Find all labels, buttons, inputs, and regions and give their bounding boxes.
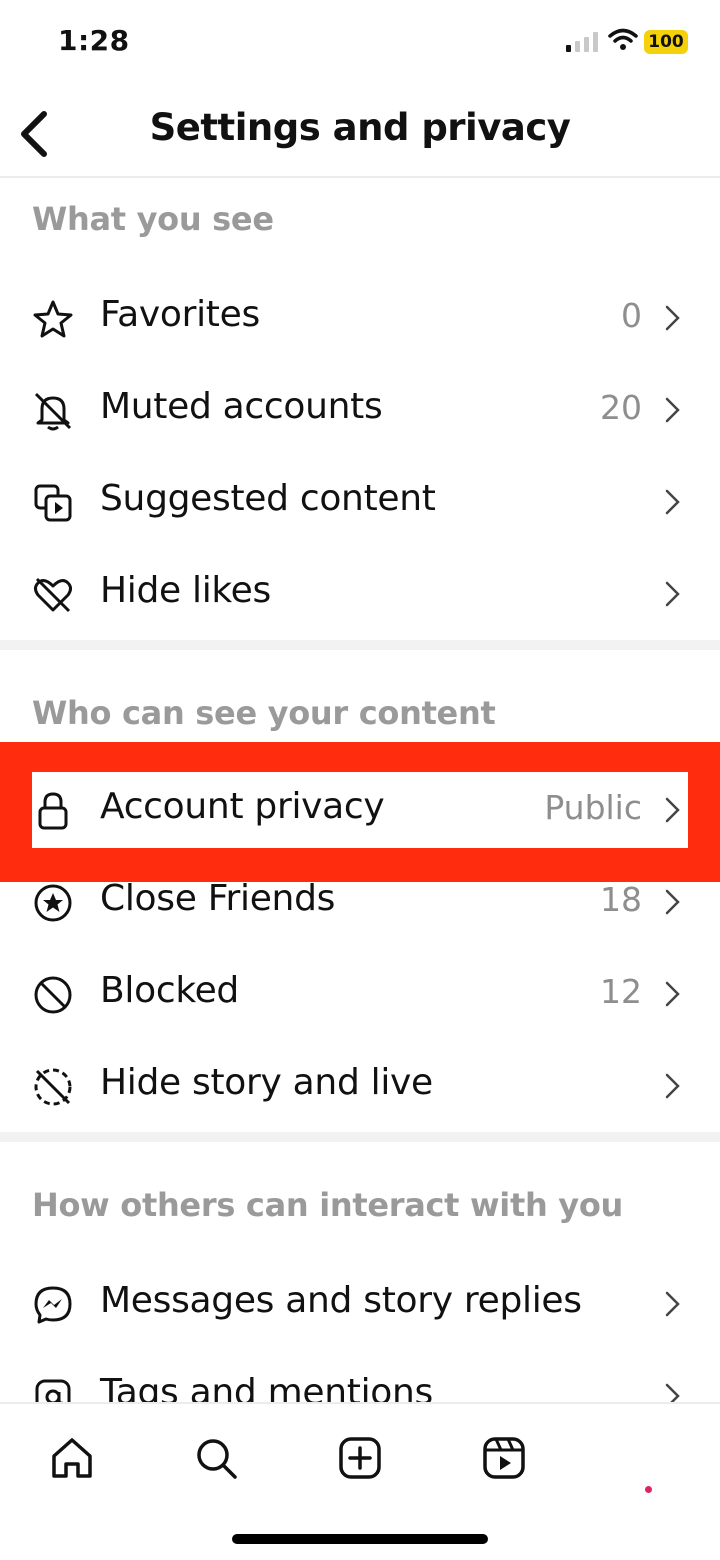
settings-item-hide-likes[interactable]: Hide likes xyxy=(0,548,720,640)
page-title: Settings and privacy xyxy=(149,106,571,149)
chevron-right-icon xyxy=(665,889,680,915)
section-separator xyxy=(0,640,720,650)
settings-item-close-friends[interactable]: Close Friends 18 xyxy=(0,856,720,948)
wifi-icon xyxy=(608,28,638,50)
settings-item-value: Public xyxy=(544,788,642,827)
chevron-right-icon xyxy=(665,1073,680,1099)
settings-item-value: 12 xyxy=(600,972,642,1011)
settings-item-value: 20 xyxy=(600,388,642,427)
hide-likes-icon xyxy=(34,577,72,613)
settings-item-label: Close Friends xyxy=(100,878,336,919)
header-divider xyxy=(0,176,720,178)
settings-item-suggested-content[interactable]: Suggested content xyxy=(0,456,720,548)
status-time: 1:28 xyxy=(58,24,130,57)
chevron-right-icon xyxy=(665,1291,680,1317)
settings-item-label: Muted accounts xyxy=(100,386,383,427)
messenger-icon xyxy=(34,1286,72,1324)
settings-item-label: Messages and story replies xyxy=(100,1280,582,1321)
lock-icon xyxy=(38,792,68,830)
search-icon[interactable] xyxy=(192,1434,240,1482)
settings-item-account-privacy[interactable]: Account privacy Public xyxy=(0,764,720,856)
settings-item-label: Blocked xyxy=(100,970,239,1011)
muted-bell-icon xyxy=(34,392,72,431)
chevron-right-icon xyxy=(665,581,680,607)
home-indicator xyxy=(232,1534,488,1544)
cellular-signal-icon xyxy=(566,32,598,52)
notification-dot xyxy=(645,1486,652,1493)
chevron-right-icon xyxy=(665,305,680,331)
settings-item-label: Hide story and live xyxy=(100,1062,433,1103)
settings-item-favorites[interactable]: Favorites 0 xyxy=(0,272,720,364)
close-friends-star-icon xyxy=(34,884,72,922)
hide-story-icon xyxy=(34,1068,72,1106)
settings-item-label: Suggested content xyxy=(100,478,436,519)
settings-item-value: 18 xyxy=(600,880,642,919)
profile-icon[interactable] xyxy=(620,1434,676,1490)
settings-item-label: Hide likes xyxy=(100,570,271,611)
settings-item-value: 0 xyxy=(621,296,642,335)
suggested-content-icon xyxy=(34,484,72,522)
section-separator xyxy=(0,1132,720,1142)
chevron-right-icon xyxy=(665,489,680,515)
blocked-icon xyxy=(34,976,72,1014)
chevron-right-icon xyxy=(665,397,680,423)
chevron-right-icon xyxy=(665,981,680,1007)
bottom-nav-bar xyxy=(0,1402,720,1560)
settings-item-blocked[interactable]: Blocked 12 xyxy=(0,948,720,1040)
section-title-what-you-see: What you see xyxy=(32,200,274,238)
create-icon[interactable] xyxy=(336,1434,384,1482)
section-title-who-can-see: Who can see your content xyxy=(32,694,496,732)
battery-indicator: 100 xyxy=(644,30,688,54)
settings-item-muted-accounts[interactable]: Muted accounts 20 xyxy=(0,364,720,456)
settings-item-messages-and-story-replies[interactable]: Messages and story replies xyxy=(0,1258,720,1350)
settings-item-label: Account privacy xyxy=(100,786,385,827)
settings-item-hide-story-and-live[interactable]: Hide story and live xyxy=(0,1040,720,1132)
reels-icon[interactable] xyxy=(480,1434,528,1482)
section-title-how-others-interact: How others can interact with you xyxy=(32,1186,623,1224)
chevron-right-icon xyxy=(665,797,680,823)
star-icon xyxy=(33,300,73,338)
home-icon[interactable] xyxy=(48,1434,96,1482)
settings-item-label: Favorites xyxy=(100,294,260,335)
